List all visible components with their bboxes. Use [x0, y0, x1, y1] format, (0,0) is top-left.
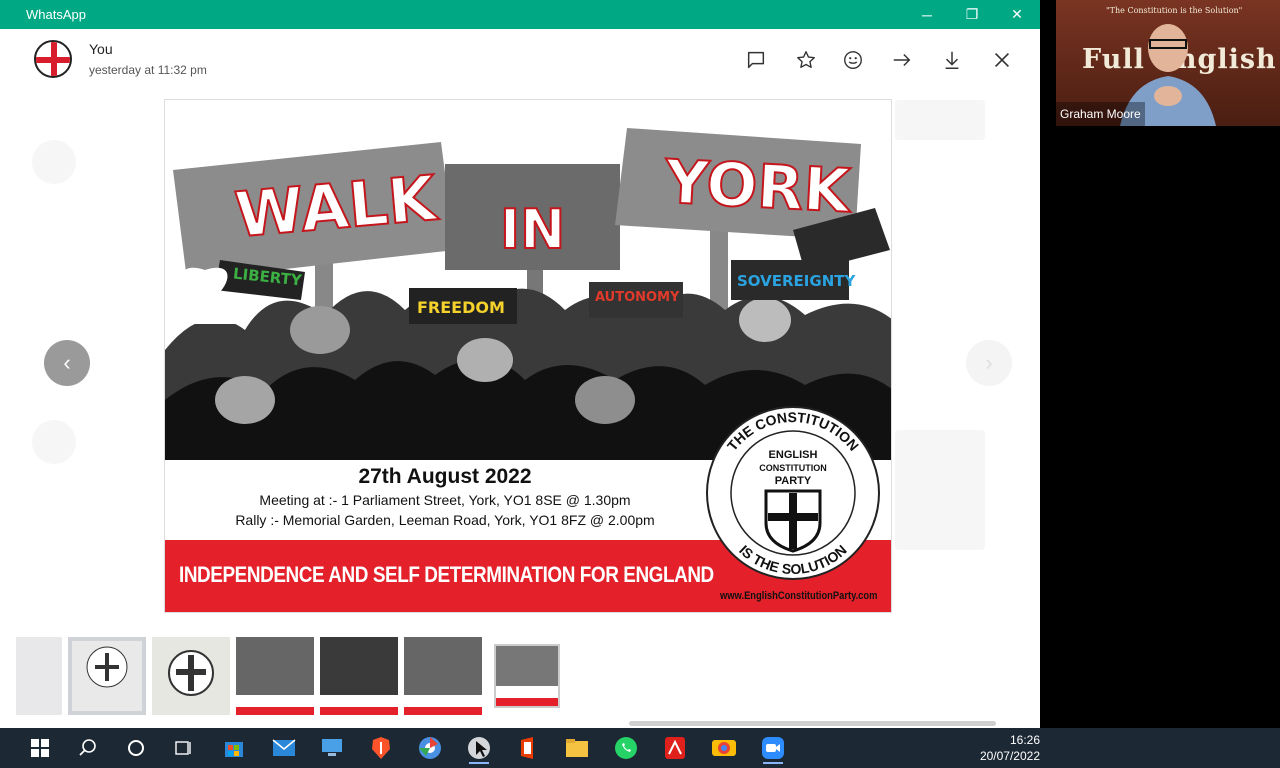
download-icon[interactable]: [937, 45, 967, 75]
search-icon[interactable]: [72, 732, 104, 764]
participant-name: Graham Moore: [1056, 102, 1145, 126]
sign-in: IN: [499, 197, 566, 262]
clock-time: 16:26: [1009, 733, 1040, 747]
whatsapp-icon[interactable]: [610, 732, 642, 764]
thumbnail-strip: [16, 630, 1040, 728]
sign-autonomy: AUTONOMY: [595, 290, 680, 305]
previous-image-button[interactable]: ‹: [44, 340, 90, 386]
thumbnail[interactable]: [320, 637, 398, 715]
app-title: WhatsApp: [26, 7, 86, 22]
thumbnail-image: [168, 650, 214, 696]
cortana-icon[interactable]: [120, 732, 152, 764]
file-explorer-icon[interactable]: [561, 732, 593, 764]
sign-freedom: FREEDOM: [417, 298, 505, 317]
camera-app-icon[interactable]: [708, 732, 740, 764]
whatsapp-window: WhatsApp ─ ❐ ✕ You yesterday at 11:32 pm: [0, 0, 1040, 728]
thumbnail[interactable]: [404, 637, 482, 715]
close-icon[interactable]: [987, 45, 1017, 75]
seal-line1: ENGLISH: [769, 449, 818, 461]
windows-start-icon[interactable]: [24, 732, 56, 764]
media-image-poster[interactable]: WALK IN YORK LIBERTY FREEDOM AUTONOMY SO…: [164, 99, 892, 613]
thumbnail-scrollbar[interactable]: [629, 721, 996, 726]
ghost-block: [895, 430, 985, 550]
thumbnail-image: [72, 641, 142, 711]
message-icon[interactable]: [741, 45, 771, 75]
sign-sovereignty: SOVEREIGNTY: [737, 272, 856, 290]
banner-text: INDEPENDENCE AND SELF DETERMINATION FOR …: [179, 562, 714, 587]
emoji-icon[interactable]: [838, 45, 868, 75]
forward-icon[interactable]: [887, 45, 917, 75]
microsoft-store-icon[interactable]: [218, 732, 250, 764]
thumbnail[interactable]: [152, 637, 230, 715]
minimize-button[interactable]: ─: [904, 0, 950, 29]
close-window-button[interactable]: ✕: [994, 0, 1040, 29]
thumbnail[interactable]: [236, 637, 314, 715]
meeting-details: Meeting at :- 1 Parliament Street, York,…: [259, 492, 631, 508]
maximize-button[interactable]: ❐: [949, 0, 995, 29]
office-icon[interactable]: [512, 732, 544, 764]
sender-name: You: [89, 41, 113, 57]
party-seal-logo: THE CONSTITUTION IS THE SOLUTION ENGLISH…: [706, 406, 880, 580]
mail-icon[interactable]: [268, 732, 300, 764]
thumbnail-selected[interactable]: [494, 644, 560, 708]
seal-line2: CONSTITUTION: [759, 463, 827, 473]
cursor-app-icon[interactable]: [463, 732, 495, 764]
system-clock[interactable]: 16:26 20/07/2022: [958, 732, 1040, 764]
taskbar: 16:26 20/07/2022: [0, 728, 1280, 768]
thumbnail[interactable]: [16, 637, 62, 715]
star-icon[interactable]: [791, 45, 821, 75]
ghost-block: [895, 100, 985, 140]
next-image-button[interactable]: ›: [966, 340, 1012, 386]
rally-details: Rally :- Memorial Garden, Leeman Road, Y…: [235, 512, 655, 528]
computer-icon[interactable]: [316, 732, 348, 764]
clock-date: 20/07/2022: [979, 749, 1040, 763]
chromium-icon[interactable]: [414, 732, 446, 764]
seal-line3: PARTY: [775, 475, 812, 487]
brave-icon[interactable]: [365, 732, 397, 764]
zoom-icon[interactable]: [757, 732, 789, 764]
sign-york: YORK: [662, 146, 852, 228]
ghost-avatar: [32, 420, 76, 464]
website-text: www.EnglishConstitutionParty.com: [720, 590, 878, 602]
zoom-video-tile[interactable]: "The Constitution is the Solution" Full …: [1056, 0, 1280, 126]
ghost-avatar: [32, 140, 76, 184]
acrobat-icon[interactable]: [659, 732, 691, 764]
avatar[interactable]: [34, 40, 72, 78]
title-bar: WhatsApp ─ ❐ ✕: [0, 0, 1040, 29]
thumbnail[interactable]: [68, 637, 146, 715]
event-date: 27th August 2022: [358, 465, 532, 488]
task-view-icon[interactable]: [168, 732, 200, 764]
sender-time: yesterday at 11:32 pm: [89, 63, 207, 77]
